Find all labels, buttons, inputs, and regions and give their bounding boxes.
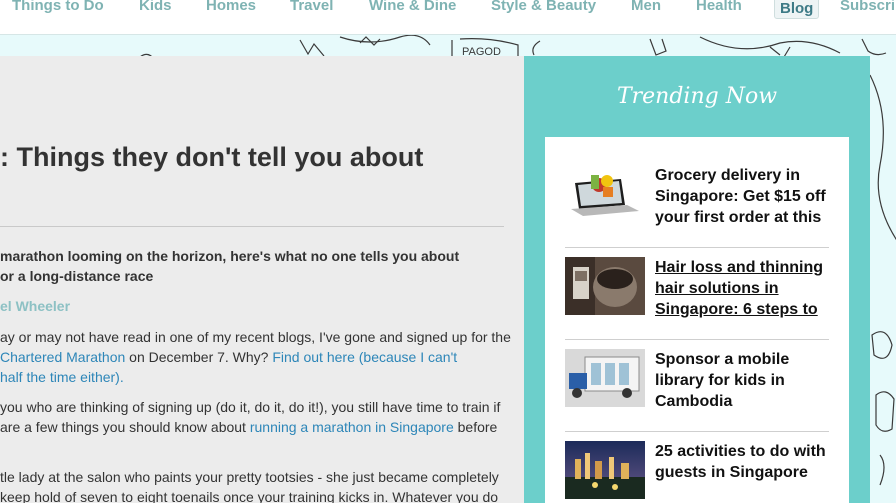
top-navigation: Things to Do Kids Homes Travel Wine & Di… [0,0,896,35]
nav-style-beauty[interactable]: Style & Beauty [491,0,596,14]
nav-blog[interactable]: Blog [774,0,820,19]
trending-item-title[interactable]: Sponsor a mobile library for kids in Cam… [655,349,835,412]
trending-divider [565,247,829,248]
nav-health[interactable]: Health [696,0,742,14]
nav-subscribe[interactable]: Subscrib [840,0,896,14]
trending-item[interactable]: Sponsor a mobile library for kids in Cam… [565,349,829,429]
singapore-skyline-thumbnail[interactable] [565,441,645,499]
trending-divider [565,339,829,340]
trending-divider [565,431,829,432]
trending-item[interactable]: 25 activities to do with guests in Singa… [565,441,829,503]
article-standfirst: marathon looming on the horizon, here's … [0,246,510,286]
article-headline: : Things they don't tell you about [0,142,424,172]
nav-kids[interactable]: Kids [139,0,172,14]
find-out-here-link-cont[interactable]: half the time either). [0,369,124,385]
paragraph-2-text: are a few things you should know about [0,419,250,435]
headline-divider [0,226,504,227]
hair-treatment-thumbnail[interactable] [565,257,645,315]
paragraph-1-line-1: ay or may not have read in one of my rec… [0,329,511,345]
trending-item-title[interactable]: Hair loss and thinning hair solutions in… [655,257,835,320]
chartered-marathon-link[interactable]: Chartered Marathon [0,349,125,365]
standfirst-line-2: or a long-distance race [0,268,154,284]
trending-item[interactable]: Hair loss and thinning hair solutions in… [565,257,829,337]
trending-item[interactable]: Grocery delivery in Singapore: Get $15 o… [565,165,829,245]
article-paragraph-2: you who are thinking of signing up (do i… [0,397,520,437]
nav-travel[interactable]: Travel [290,0,333,14]
nav-things-to-do[interactable]: Things to Do [12,0,104,14]
standfirst-line-1: marathon looming on the horizon, here's … [0,248,460,264]
nav-homes[interactable]: Homes [206,0,256,14]
trending-item-title[interactable]: Grocery delivery in Singapore: Get $15 o… [655,165,835,228]
author-link[interactable]: el Wheeler [0,298,70,314]
paragraph-1-line-3: half the time either). [0,367,520,387]
trending-list: Grocery delivery in Singapore: Get $15 o… [545,137,849,503]
nav-wine-dine[interactable]: Wine & Dine [369,0,456,14]
paragraph-2-line-1: you who are thinking of signing up (do i… [0,399,501,415]
article-column: : Things they don't tell you about marat… [0,56,524,503]
article-paragraph-1: ay or may not have read in one of my rec… [0,327,520,387]
paragraph-2-line-2: are a few things you should know about r… [0,417,520,437]
grocery-laptop-thumbnail[interactable] [565,165,645,223]
find-out-here-link[interactable]: Find out here (because I can't [272,349,457,365]
mobile-library-thumbnail[interactable] [565,349,645,407]
nav-men[interactable]: Men [631,0,661,14]
article-paragraph-3: tle lady at the salon who paints your pr… [0,467,520,503]
paragraph-1-line-2: Chartered Marathon on December 7. Why? F… [0,347,520,367]
paragraph-1-text: on December 7. Why? [125,349,273,365]
trending-item-title[interactable]: 25 activities to do with guests in Singa… [655,441,835,483]
paragraph-2-end: before [453,419,498,435]
paragraph-3-line-1: tle lady at the salon who paints your pr… [0,469,499,485]
paragraph-3-line-2: keep hold of seven to eight toenails onc… [0,489,499,503]
trending-title: Trending Now [616,84,778,109]
running-marathon-singapore-link[interactable]: running a marathon in Singapore [250,419,454,435]
trending-sidebar: Trending Now Grocery delivery in Singapo… [524,56,870,503]
